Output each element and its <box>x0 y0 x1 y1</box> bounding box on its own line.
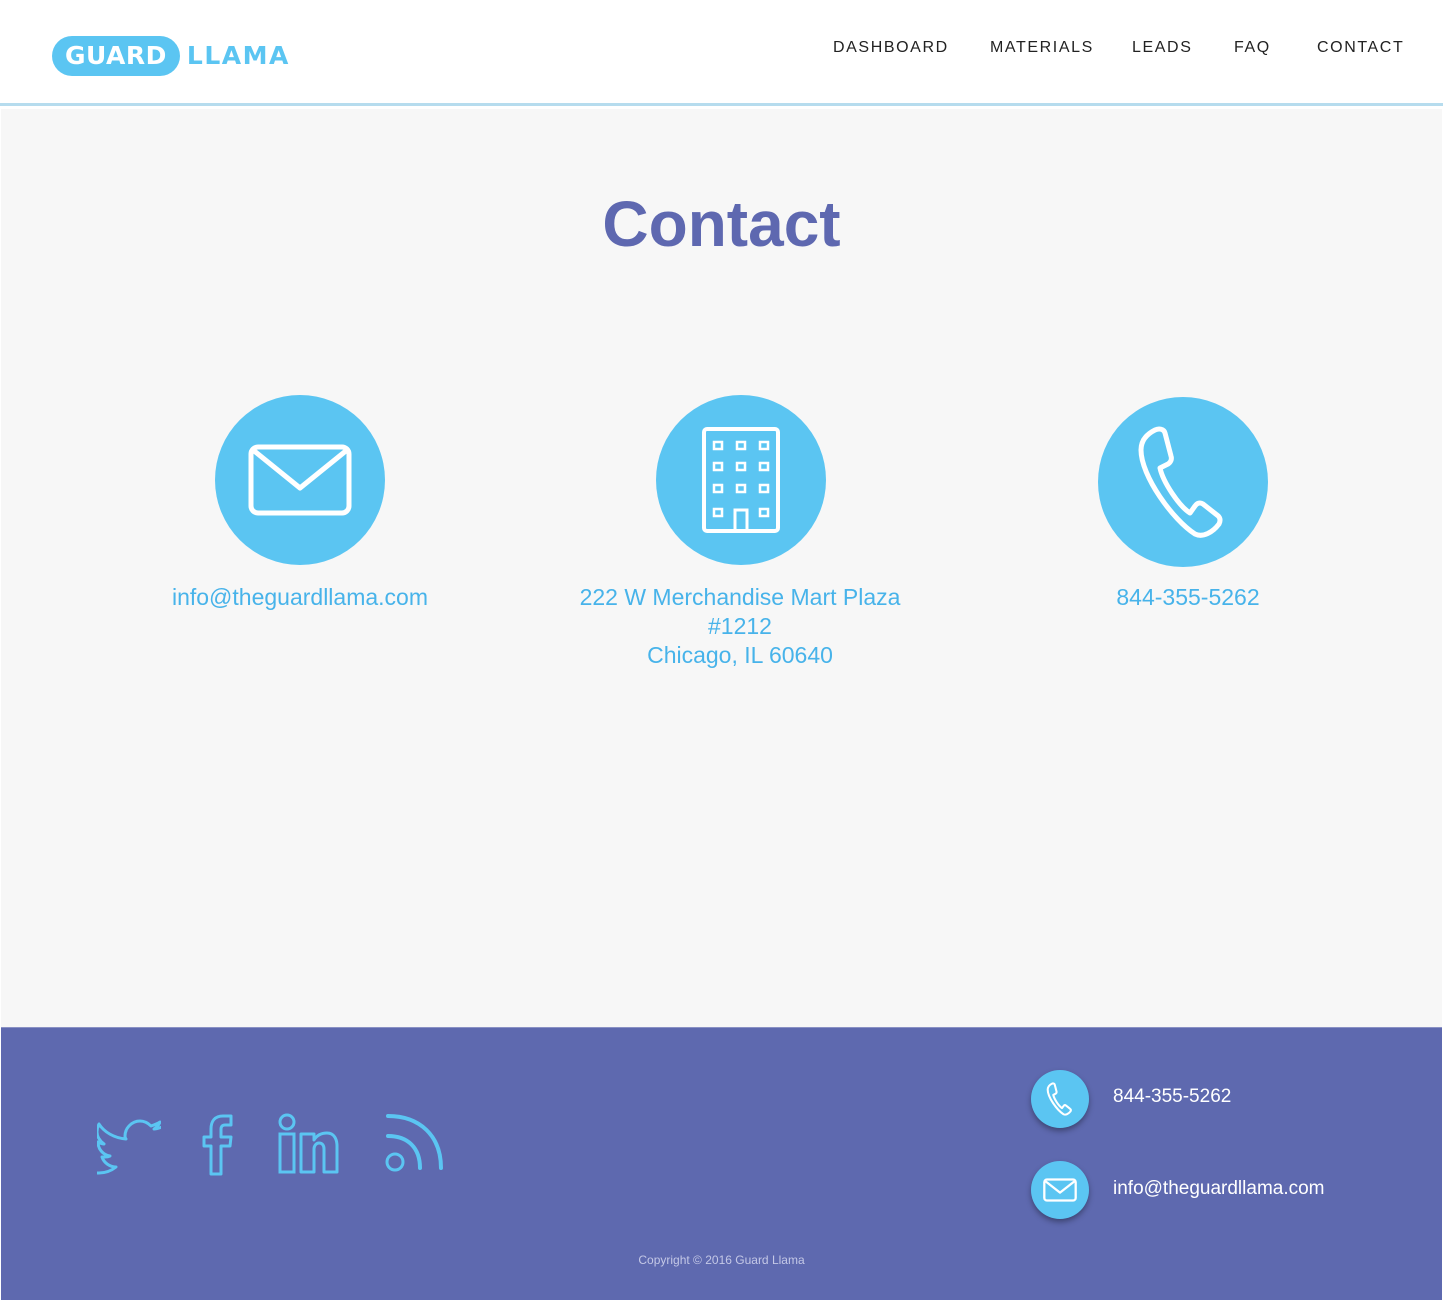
linkedin-link[interactable] <box>274 1110 340 1176</box>
email-card-icon-circle <box>215 395 385 565</box>
logo[interactable]: GUARD LLAMA <box>52 35 290 76</box>
address-card-icon-circle <box>656 395 826 565</box>
site-header: GUARD LLAMA DASHBOARD MATERIALS LEADS FA… <box>0 0 1443 106</box>
address-line-2: #1212 <box>708 613 772 639</box>
nav-item-dashboard[interactable]: DASHBOARD <box>833 39 949 57</box>
nav-item-faq[interactable]: FAQ <box>1234 39 1271 57</box>
twitter-icon <box>95 1119 163 1175</box>
phone-card-text: 844-355-5262 <box>1058 583 1318 612</box>
facebook-icon <box>202 1114 233 1176</box>
contact-email[interactable]: info@theguardllama.com <box>130 583 470 612</box>
footer-email-icon-circle <box>1031 1161 1089 1219</box>
phone-icon <box>1138 426 1223 538</box>
phone-icon <box>1046 1082 1072 1116</box>
building-icon <box>702 427 780 533</box>
linkedin-icon <box>278 1113 339 1174</box>
address-card-text: 222 W Merchandise Mart Plaza #1212 Chica… <box>540 583 940 670</box>
logo-secondary: LLAMA <box>186 41 290 70</box>
contact-section: Contact <box>1 109 1442 1027</box>
facebook-link[interactable] <box>200 1110 236 1176</box>
nav-item-materials[interactable]: MATERIALS <box>990 39 1094 57</box>
page-title: Contact <box>602 188 841 260</box>
footer-phone-icon-circle <box>1031 1070 1089 1128</box>
copyright: Copyright © 2016 Guard Llama <box>638 1253 805 1267</box>
logo-primary: GUARD <box>52 35 180 76</box>
footer-phone[interactable]: 844-355-5262 <box>1113 1086 1231 1108</box>
nav-item-contact[interactable]: CONTACT <box>1317 39 1404 57</box>
twitter-link[interactable] <box>95 1110 163 1176</box>
rss-link[interactable] <box>380 1110 446 1176</box>
address-line-1: 222 W Merchandise Mart Plaza <box>579 584 901 610</box>
email-card-text: info@theguardllama.com <box>130 583 470 612</box>
envelope-icon <box>248 444 352 516</box>
phone-card-icon-circle <box>1098 397 1268 567</box>
envelope-icon <box>1043 1178 1077 1202</box>
contact-phone[interactable]: 844-355-5262 <box>1058 583 1318 612</box>
address-line-3: Chicago, IL 60640 <box>647 642 833 668</box>
rss-icon <box>385 1114 443 1172</box>
nav-item-leads[interactable]: LEADS <box>1132 39 1192 57</box>
footer-email[interactable]: info@theguardllama.com <box>1113 1178 1325 1200</box>
